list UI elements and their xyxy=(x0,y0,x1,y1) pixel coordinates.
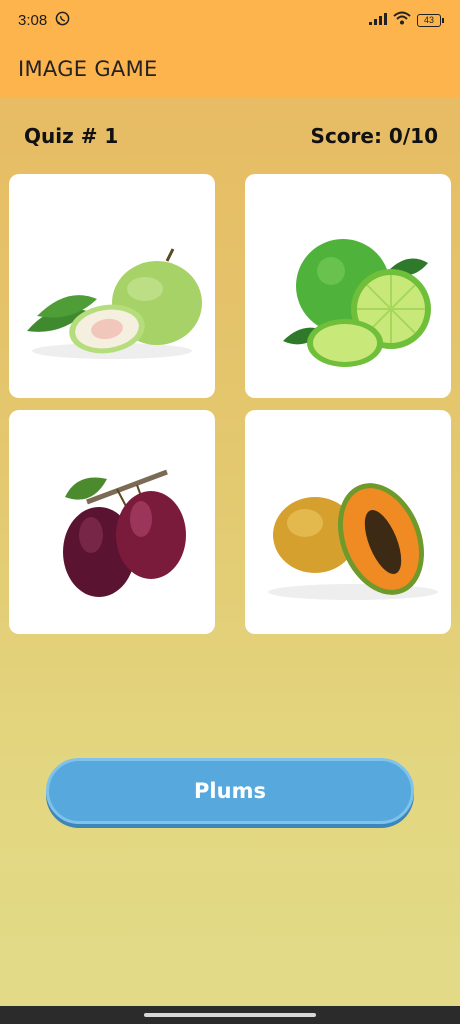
lime-image[interactable] xyxy=(245,174,451,398)
plum-image[interactable] xyxy=(9,410,215,634)
navigation-bar xyxy=(0,1006,460,1024)
battery-level: 43 xyxy=(417,13,441,27)
signal-icon xyxy=(369,12,387,29)
guava-illustration xyxy=(27,248,202,359)
score-label: Score: 0/10 xyxy=(310,124,438,148)
guava-image[interactable] xyxy=(9,174,215,398)
lime-illustration xyxy=(283,239,431,367)
papaya-image[interactable] xyxy=(245,410,451,634)
whatsapp-icon xyxy=(55,11,70,30)
status-time: 3:08 xyxy=(18,11,48,29)
app-bar: IMAGE GAME xyxy=(0,40,460,97)
wifi-icon xyxy=(393,11,411,29)
quiz-header: Quiz # 1 Score: 0/10 xyxy=(0,118,460,154)
plum-illustration xyxy=(63,469,186,597)
battery-icon: 43 xyxy=(417,13,444,27)
papaya-illustration xyxy=(268,483,438,600)
quiz-number: Quiz # 1 xyxy=(24,124,119,148)
status-bar: 3:08 43 xyxy=(0,0,460,40)
answer-button[interactable]: Plums xyxy=(46,758,414,824)
app-title: IMAGE GAME xyxy=(18,56,158,81)
home-gesture-handle[interactable] xyxy=(144,1013,316,1017)
